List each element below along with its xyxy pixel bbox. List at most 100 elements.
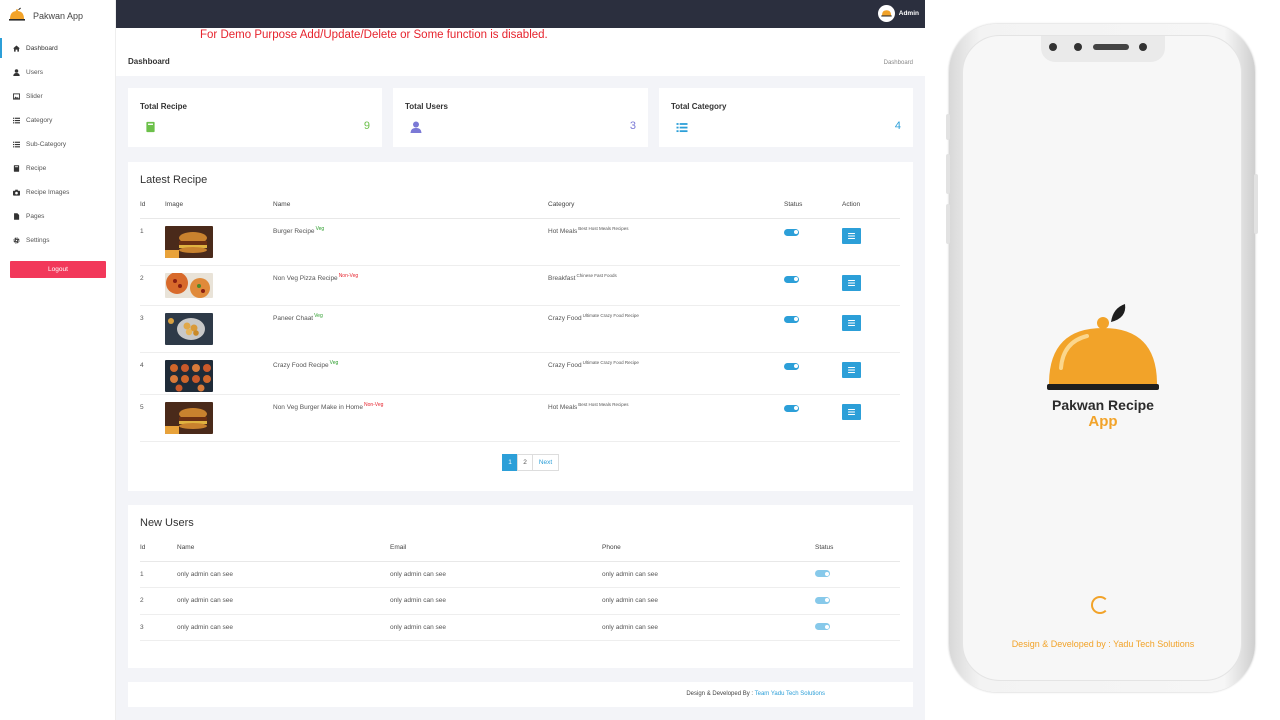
recipe-name-cell: Non Veg Pizza RecipeNon-Veg <box>273 265 548 306</box>
home-icon <box>13 44 20 52</box>
action-menu-button[interactable] <box>842 227 861 244</box>
demo-notice: For Demo Purpose Add/Update/Delete or So… <box>200 29 548 41</box>
sidebar-item-label: Recipe <box>26 164 47 172</box>
logout-button[interactable]: Logout <box>10 261 106 278</box>
section-title: Latest Recipe <box>140 174 208 186</box>
status-toggle[interactable] <box>784 228 799 236</box>
user-icon <box>13 68 20 76</box>
camera-icon <box>1139 43 1147 51</box>
splash-screen: Pakwan Recipe App Design & Developed by … <box>962 35 1242 681</box>
action-cell <box>842 265 900 306</box>
list-icon <box>13 141 20 148</box>
footer-link[interactable]: Team Yadu Tech Solutions <box>755 691 825 697</box>
sidebar-item-label: Dashboard <box>26 44 58 52</box>
user-id: 1 <box>140 561 177 588</box>
action-menu-button[interactable] <box>842 314 861 331</box>
splash-title-part-1: Pakwan <box>1052 397 1105 413</box>
sidebar-item-recipe[interactable]: Recipe <box>0 156 115 180</box>
column-header: Id <box>140 191 165 219</box>
status-toggle[interactable] <box>815 570 830 578</box>
recipe-category: Crazy Food <box>548 361 582 369</box>
page-title: Dashboard <box>128 57 170 66</box>
sidebar-item-pages[interactable]: Pages <box>0 204 115 228</box>
column-header: Name <box>273 191 548 219</box>
recipe-id: 2 <box>140 265 165 306</box>
avatar <box>877 5 895 22</box>
table-row: 2 only admin can see only admin can see … <box>140 587 900 615</box>
status-toggle[interactable] <box>815 623 830 631</box>
user-name: only admin can see <box>177 561 390 588</box>
sidebar-item-settings[interactable]: Settings <box>0 228 115 252</box>
column-header: Id <box>140 534 177 562</box>
sidebar-item-users[interactable]: Users <box>0 60 115 84</box>
menu-icon <box>848 366 855 373</box>
sidebar-item-label: Settings <box>26 236 50 244</box>
user-id: 2 <box>140 587 177 615</box>
tarts-thumbnail[interactable] <box>165 359 213 392</box>
camera-icon <box>1074 43 1082 51</box>
column-header: Image <box>165 191 273 219</box>
sidebar-item-dashboard[interactable]: Dashboard <box>0 36 115 60</box>
table-row: 3 Paneer ChaatVeg Crazy FoodUltimate Cra… <box>140 305 900 353</box>
recipe-category: Crazy Food <box>548 314 582 322</box>
recipe-name: Non Veg Burger Make in Home <box>273 403 363 411</box>
menu-icon <box>848 232 855 239</box>
footer: Design & Developed By : Team Yadu Tech S… <box>128 682 913 707</box>
chaat-thumbnail[interactable] <box>165 312 213 345</box>
column-header: Phone <box>602 534 815 562</box>
splash-title-part-2: Recipe <box>1108 397 1154 413</box>
stat-value: 4 <box>894 120 901 132</box>
sidebar-item-recipe-images[interactable]: Recipe Images <box>0 180 115 204</box>
user-phone: only admin can see <box>602 614 815 641</box>
sidebar-item-slider[interactable]: Slider <box>0 84 115 108</box>
veg-badge: Veg <box>329 359 339 366</box>
loading-spinner-icon <box>1091 596 1109 614</box>
action-menu-button[interactable] <box>842 403 861 420</box>
recipe-subcategory: Chinese Fast Foods <box>576 272 617 278</box>
action-cell <box>842 218 900 266</box>
action-menu-button[interactable] <box>842 274 861 291</box>
sidebar-nav: Dashboard Users Slider Category Sub-Cate… <box>0 36 115 252</box>
non-veg-badge: Non-Veg <box>338 272 359 279</box>
recipe-name-cell: Burger RecipeVeg <box>273 218 548 266</box>
recipe-category-cell: Crazy FoodUltimate Crazy Food Recipe <box>548 305 784 353</box>
status-toggle[interactable] <box>784 315 799 323</box>
table-row: 5 Non Veg Burger Make in HomeNon-Veg Hot… <box>140 394 900 442</box>
content-header: For Demo Purpose Add/Update/Delete or So… <box>116 28 925 76</box>
app-logo-icon <box>881 10 892 17</box>
sidebar-item-category[interactable]: Category <box>0 108 115 132</box>
user-menu[interactable]: Admin <box>877 5 919 22</box>
recipe-name: Paneer Chaat <box>273 314 314 322</box>
status-toggle[interactable] <box>815 596 830 604</box>
status-toggle[interactable] <box>784 362 799 370</box>
new-users-card: New Users Id Name Email Phone Status 1 o… <box>128 505 913 668</box>
book-icon <box>145 120 156 138</box>
recipe-name: Crazy Food Recipe <box>273 361 329 369</box>
page-2-button[interactable]: 2 <box>517 454 533 471</box>
list-icon <box>13 117 20 124</box>
recipe-subcategory: Best Host Meals Recipes <box>578 401 629 407</box>
next-page-button[interactable]: Next <box>532 454 559 471</box>
stat-card-total-category: Total Category 4 <box>659 88 913 147</box>
recipe-name-cell: Paneer ChaatVeg <box>273 305 548 353</box>
burger-thumbnail[interactable] <box>165 225 213 258</box>
column-header: Name <box>177 534 390 562</box>
table-row: 3 only admin can see only admin can see … <box>140 614 900 641</box>
page-1-button[interactable]: 1 <box>502 454 518 471</box>
status-toggle[interactable] <box>784 404 799 412</box>
burger-thumbnail[interactable] <box>165 401 213 434</box>
recipe-category-cell: Hot MealsBest Host Meals Recipes <box>548 394 784 442</box>
stat-card-total-recipe: Total Recipe 9 <box>128 88 382 147</box>
breadcrumb[interactable]: Dashboard <box>884 60 913 66</box>
file-icon <box>13 212 20 220</box>
sidebar-item-sub-category[interactable]: Sub-Category <box>0 132 115 156</box>
recipe-image-cell <box>165 305 273 353</box>
recipe-category: Breakfast <box>548 274 576 282</box>
pizza-thumbnail[interactable] <box>165 271 213 298</box>
status-toggle[interactable] <box>784 275 799 283</box>
brand[interactable]: Pakwan App <box>0 0 115 32</box>
recipe-image-cell <box>165 352 273 395</box>
phone-notch <box>1041 36 1165 62</box>
column-header: Status <box>815 534 900 562</box>
action-menu-button[interactable] <box>842 361 861 378</box>
